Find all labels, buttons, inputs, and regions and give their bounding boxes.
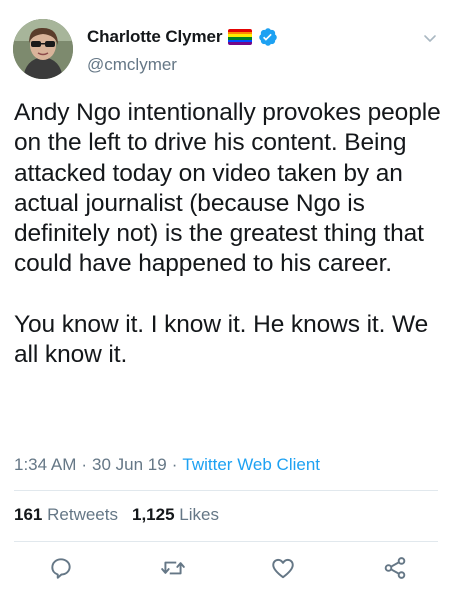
likes-count: 1,125	[131, 505, 175, 524]
divider	[14, 490, 438, 491]
name-row: Charlotte Clymer	[87, 27, 278, 47]
tweet-meta: 1:34 AM · 30 Jun 19 · Twitter Web Client	[14, 455, 320, 475]
tweet-text: Andy Ngo intentionally provokes people o…	[14, 99, 441, 369]
likes-label: Likes	[179, 505, 219, 524]
meta-separator: ·	[171, 455, 178, 474]
retweets-count: 161	[14, 505, 43, 524]
user-handle[interactable]: @cmclymer	[87, 55, 177, 75]
action-bar	[0, 555, 452, 585]
tweet-date[interactable]: 30 Jun 19	[92, 455, 167, 475]
retweets-stat[interactable]: 161 Retweets	[14, 505, 118, 525]
tweet-time[interactable]: 1:34 AM	[14, 455, 76, 475]
chevron-down-icon[interactable]	[422, 30, 438, 46]
retweets-label: Retweets	[47, 505, 118, 524]
tweet-header: Charlotte Clymer @cmclymer	[0, 0, 452, 88]
display-name[interactable]: Charlotte Clymer	[87, 27, 222, 47]
rainbow-flag-icon	[228, 29, 253, 45]
retweet-icon[interactable]	[160, 555, 186, 581]
avatar[interactable]	[13, 19, 73, 79]
avatar-photo	[13, 19, 73, 79]
tweet-stats: 161 Retweets 1,125 Likes	[14, 505, 219, 525]
reply-icon[interactable]	[48, 555, 74, 581]
likes-stat[interactable]: 1,125 Likes	[132, 505, 219, 525]
verified-badge-icon	[258, 27, 278, 47]
share-icon[interactable]	[382, 555, 408, 581]
heart-icon[interactable]	[270, 555, 296, 581]
tweet-client-link[interactable]: Twitter Web Client	[182, 455, 320, 475]
divider	[14, 541, 438, 542]
meta-separator: ·	[81, 455, 88, 474]
